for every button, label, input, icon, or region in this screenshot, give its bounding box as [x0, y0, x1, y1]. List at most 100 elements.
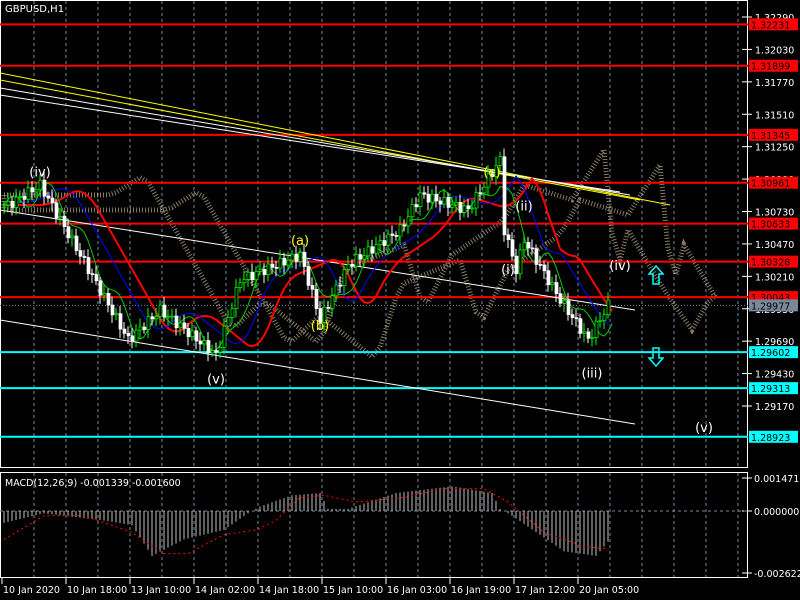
candle-body [438, 200, 443, 205]
candle-body [122, 328, 127, 334]
price-tick-label: 1.30210 [755, 272, 794, 283]
candle-body [134, 329, 139, 342]
candle-body [286, 259, 291, 266]
candle-body [274, 267, 279, 269]
candle-body [78, 250, 83, 257]
support-label: 1.28923 [751, 433, 790, 444]
candle-body [54, 202, 59, 219]
candle-body [366, 246, 371, 257]
candle-body [262, 269, 267, 276]
candle-body [302, 251, 307, 267]
candle-body [402, 224, 407, 227]
candle-body [58, 216, 63, 219]
candle-body [386, 233, 391, 246]
candle-body [234, 287, 239, 310]
candle-body [362, 255, 367, 260]
wave-label: (iv) [609, 259, 630, 274]
candle-body [370, 246, 375, 254]
price-tick-label: 1.31770 [755, 78, 794, 89]
candle-body [114, 313, 119, 316]
wave-label: (iv) [29, 166, 50, 181]
resistance-label: 1.31899 [751, 62, 790, 73]
candle-body [566, 300, 571, 315]
candle-body [202, 340, 207, 345]
resistance-label: 1.32231 [751, 20, 790, 31]
candle-body [398, 224, 403, 237]
candle-body [218, 347, 223, 353]
macd-tick-label: 0.000000 [754, 507, 799, 518]
wave-label: (ii) [515, 199, 532, 214]
candle-body [50, 197, 55, 204]
price-tick-label: 1.30470 [755, 240, 794, 251]
candle-body [506, 234, 511, 241]
candle-body [242, 279, 247, 284]
time-tick-label: 16 Jan 03:00 [387, 585, 447, 596]
candles [2, 148, 611, 362]
candle-body [290, 253, 295, 261]
candle-body [258, 269, 263, 272]
candle-body [82, 255, 87, 258]
candle-body [382, 240, 387, 246]
candle-body [478, 192, 483, 195]
candle-body [578, 318, 583, 334]
candle-body [314, 288, 319, 309]
price-tick-label: 1.29430 [755, 370, 794, 381]
time-tick-label: 17 Jan 12:00 [515, 585, 575, 596]
price-chart[interactable]: (iv) (v) (a) (b) (c) (ii) (i) (iii) (iv) (v) 1.32… [0, 0, 800, 600]
candle-body [138, 326, 143, 331]
candle-body [74, 235, 79, 251]
chart-title: GBPUSD,H1 [5, 4, 64, 15]
candle-body [162, 304, 167, 318]
candle-body [354, 254, 359, 267]
time-axis: 10 Jan 2020 10 Jan 18:00 13 Jan 10:00 14 Ja… [1, 578, 639, 596]
candle-body [110, 304, 115, 316]
candle-body [66, 226, 71, 239]
macd-tick-label: -0.002622 [754, 569, 800, 580]
time-tick-label: 15 Jan 10:00 [323, 585, 383, 596]
candle-body [190, 330, 195, 338]
candle-body [482, 186, 487, 194]
candle-body [342, 269, 347, 286]
candle-body [574, 317, 579, 320]
candle-body [594, 321, 599, 338]
time-tick-label: 20 Jan 05:00 [579, 585, 639, 596]
chart-window: (iv) (v) (a) (b) (c) (ii) (i) (iii) (iv) (v) 1.32… [0, 0, 800, 600]
candle-body [390, 233, 395, 236]
candle-body [10, 200, 15, 208]
time-tick-label: 16 Jan 19:00 [451, 585, 511, 596]
candle-body [22, 196, 27, 200]
candle-body [562, 300, 567, 304]
candle-body [222, 325, 227, 348]
candle-body [586, 331, 591, 339]
macd-label: MACD(12,26,9) -0.001339 -0.001600 [5, 478, 181, 489]
time-tick-label: 13 Jan 10:00 [131, 585, 191, 596]
candle-body [246, 271, 251, 280]
horizontal-levels [0, 23, 748, 438]
candle-body [458, 202, 463, 213]
candle-body [194, 330, 199, 342]
candle-body [6, 200, 11, 206]
price-axis: 1.322901.320301.317701.315101.312501.309… [742, 13, 798, 444]
candle-body [450, 204, 455, 208]
support-label: 1.29602 [751, 348, 790, 359]
candle-body [182, 322, 187, 329]
candle-body [466, 205, 471, 210]
macd-signal-line [3, 488, 609, 555]
wave-label: (a) [291, 234, 309, 249]
candle-body [498, 156, 503, 166]
candle-body [338, 284, 343, 287]
candle-body [178, 322, 183, 329]
candle-body [186, 328, 191, 338]
candle-body [118, 313, 123, 330]
candle-body [146, 316, 151, 330]
candle-body [430, 193, 435, 203]
candle-body [254, 271, 259, 280]
candle-body [230, 308, 235, 318]
candle-body [330, 295, 335, 309]
candle-body [518, 249, 523, 275]
price-tick-label: 1.32030 [755, 45, 794, 56]
candle-body [130, 335, 135, 342]
current-price-label: 1.29977 [751, 301, 790, 312]
candle-body [374, 244, 379, 254]
time-tick-label: 14 Jan 18:00 [259, 585, 319, 596]
